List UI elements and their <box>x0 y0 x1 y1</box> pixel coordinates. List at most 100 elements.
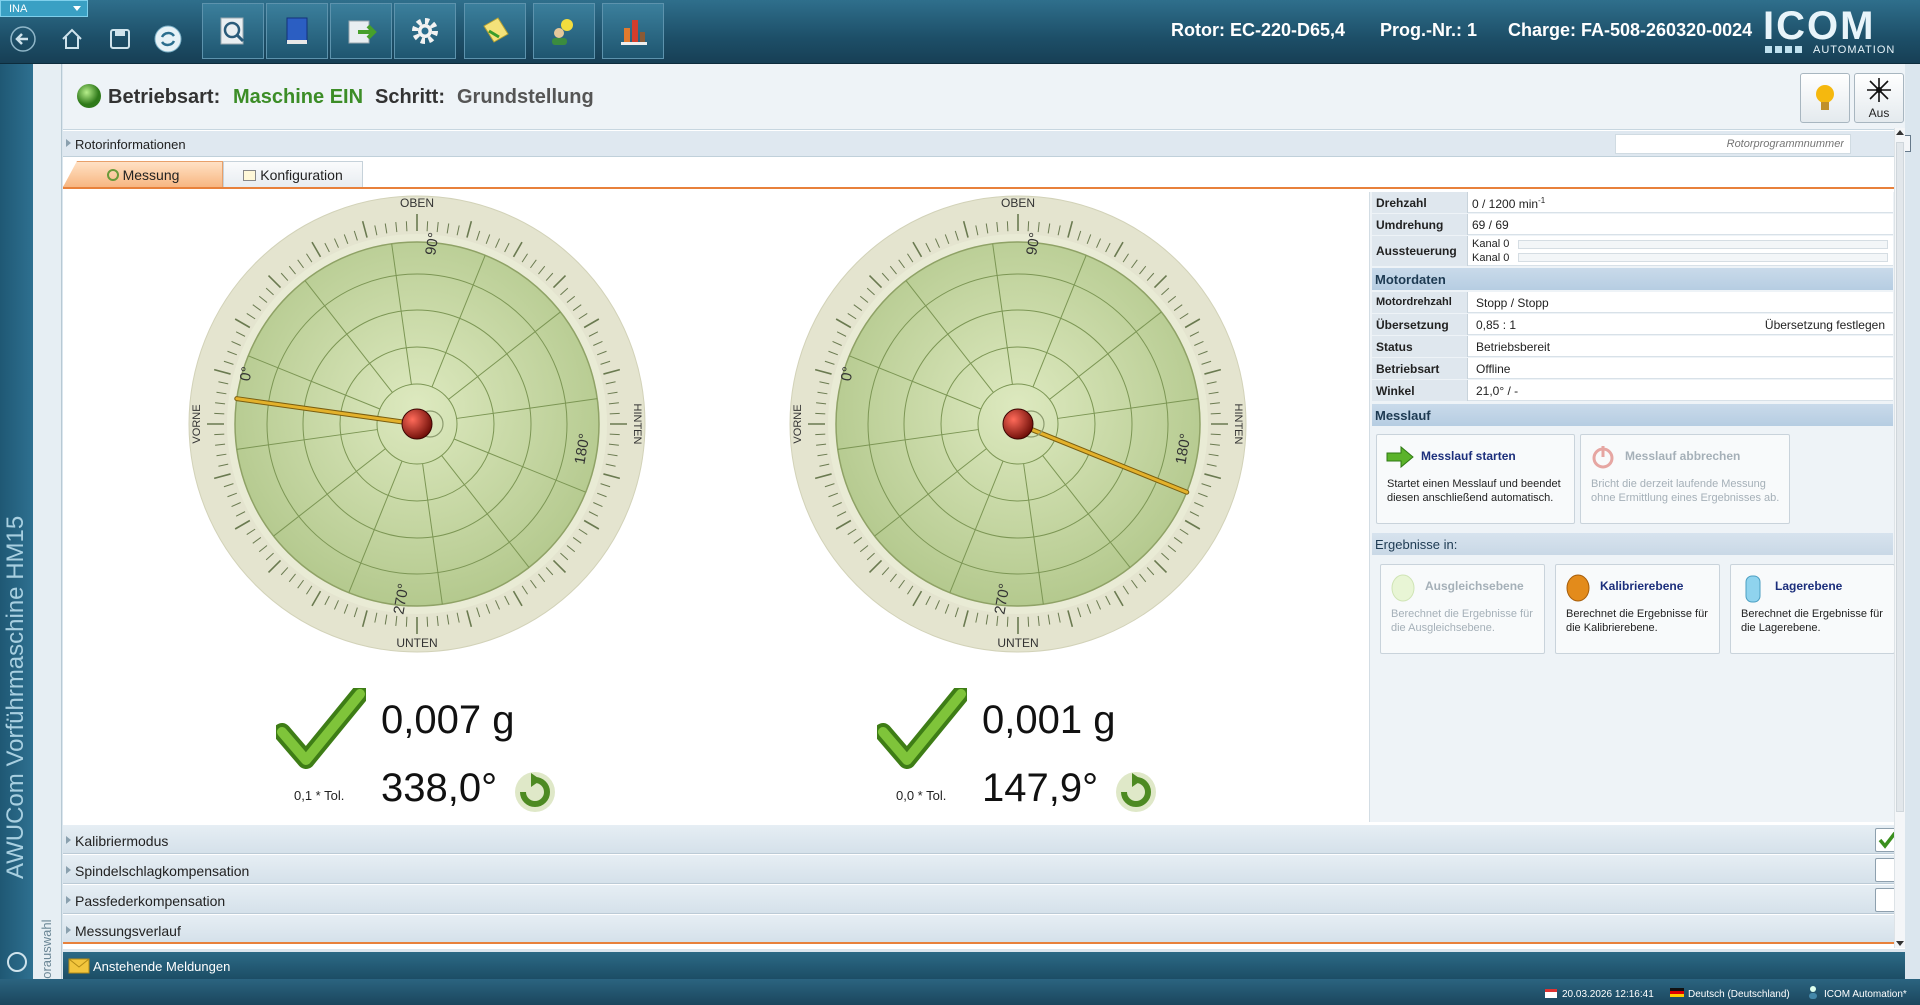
scroll-down-icon[interactable] <box>1896 941 1904 946</box>
lightbulb-icon <box>1816 85 1834 110</box>
ok-check-icon <box>276 688 366 769</box>
row-aussteuerung: Aussteuerung Kanal 0 Kanal 0 <box>1372 236 1893 266</box>
drehzahl-key: Drehzahl <box>1372 192 1468 213</box>
chart-button[interactable] <box>602 3 664 59</box>
messungsverlauf-label: Messungsverlauf <box>75 923 181 939</box>
search-doc-icon <box>220 17 245 45</box>
camera-icon[interactable] <box>7 952 27 972</box>
mode-value: Maschine EIN <box>233 86 364 108</box>
dial-tick <box>609 433 620 436</box>
book-button[interactable] <box>266 3 328 59</box>
arrow-right-icon <box>1386 445 1414 469</box>
ausgleichsebene-desc: Berechnet die Ergebnisse für die Ausglei… <box>1391 608 1533 634</box>
row-umdrehung: Umdrehung 69 / 69 <box>1372 214 1893 235</box>
expand-arrow-icon <box>66 926 71 934</box>
tab-messung[interactable]: Messung <box>63 161 223 187</box>
user-idea-button[interactable] <box>533 3 595 59</box>
vertical-scrollbar[interactable] <box>1894 128 1905 948</box>
dial-label-bottom: UNTEN <box>396 636 437 650</box>
dial-tick <box>1027 221 1030 232</box>
rotate-icon[interactable] <box>511 768 559 816</box>
accordion-kalibriermodus[interactable]: Kalibriermodus <box>63 825 1905 854</box>
home-icon <box>62 28 82 49</box>
start-measurement-card[interactable]: Messlauf starten Startet einen Messlauf … <box>1376 434 1575 524</box>
angle-value: 147,9° <box>982 766 1099 810</box>
logo-text: ICOM <box>1763 4 1876 48</box>
ok-check-icon <box>877 688 967 769</box>
rotor-info-section[interactable]: Rotorinformationen <box>63 131 1905 157</box>
left-app-strip: AWUCom Vorführmaschine HM15 <box>0 64 33 979</box>
refresh-icon <box>154 25 182 53</box>
settings-button[interactable] <box>394 3 456 59</box>
accordion-passfeder[interactable]: Passfederkompensation <box>63 885 1905 914</box>
envelope-icon <box>68 958 90 974</box>
lamp-button[interactable] <box>1800 73 1850 123</box>
kanal-1-level-bar <box>1518 240 1888 249</box>
row-status: Status Betriebsbereit <box>1372 336 1893 357</box>
rotor-program-number-input[interactable] <box>1615 134 1851 154</box>
dial-angle-0: 0° <box>237 365 256 382</box>
messages-bar[interactable]: Anstehende Meldungen <box>63 952 1905 979</box>
rotate-icon[interactable] <box>1112 768 1160 816</box>
set-ratio-link[interactable]: Übersetzung festlegen <box>1765 318 1885 332</box>
dial-label-right: HINTEN <box>1232 404 1244 445</box>
kanal-2-level-bar <box>1518 253 1888 262</box>
company: ICOM Automation* <box>1824 989 1907 1000</box>
profile-label: INA <box>9 3 28 15</box>
kalibrierebene-card[interactable]: Kalibrierebene Berechnet die Ergebnisse … <box>1555 564 1720 654</box>
dial-center-ball <box>401 408 433 440</box>
mass-value: 0,001 g <box>982 698 1116 742</box>
lagerebene-card[interactable]: Lagerebene Berechnet die Ergebnisse für … <box>1730 564 1895 654</box>
search-doc-button[interactable] <box>202 3 264 59</box>
refresh-button[interactable] <box>151 22 185 56</box>
export-button[interactable] <box>330 3 392 59</box>
icom-logo: ICOM AUTOMATION <box>1763 6 1903 56</box>
dial-center-ball <box>1002 408 1034 440</box>
scroll-thumb[interactable] <box>1896 142 1904 812</box>
save-icon <box>110 29 130 49</box>
ausgleichsebene-card[interactable]: Ausgleichsebene Berechnet die Ergebnisse… <box>1380 564 1545 654</box>
home-button[interactable] <box>55 22 89 56</box>
step-value: Grundstellung <box>457 86 594 108</box>
mass-value: 0,007 g <box>381 698 515 742</box>
laser-button[interactable]: Aus <box>1854 73 1904 123</box>
notes-button[interactable] <box>464 3 526 59</box>
dial-tick <box>426 221 429 232</box>
row-winkel: Winkel 21,0° / - <box>1372 380 1893 401</box>
kalibrierebene-title: Kalibrierebene <box>1600 579 1684 593</box>
language[interactable]: Deutsch (Deutschland) <box>1688 989 1790 1000</box>
winkel-key: Winkel <box>1372 380 1468 401</box>
dial-angle-0: 0° <box>838 365 857 382</box>
mode-label: Betriebsart: <box>108 86 221 108</box>
measure-icon <box>106 169 119 181</box>
tab-messung-label: Messung <box>122 167 180 183</box>
accordion-spindelschlag[interactable]: Spindelschlagkompensation <box>63 855 1905 884</box>
rotor-selection-panel[interactable]: Rotorauswahl <box>33 64 62 999</box>
start-measurement-desc: Startet einen Messlauf und beendet diese… <box>1387 478 1561 504</box>
accordion-messungsverlauf[interactable]: Messungsverlauf <box>63 915 1905 944</box>
balance-dial-left: OBENUNTENVORNE HINTEN90°0°180°270° <box>188 195 646 653</box>
scroll-up-icon[interactable] <box>1896 130 1904 135</box>
book-icon <box>286 17 308 44</box>
dial-tick <box>214 412 225 415</box>
status-led-icon <box>77 84 101 108</box>
abort-measurement-title: Messlauf abbrechen <box>1625 449 1741 463</box>
tab-konfiguration[interactable]: Konfiguration <box>223 161 363 187</box>
aussteuerung-key: Aussteuerung <box>1372 236 1468 266</box>
power-icon <box>1592 446 1614 469</box>
messages-label: Anstehende Meldungen <box>93 959 231 974</box>
dial-tick <box>405 221 408 232</box>
chart-icon <box>621 20 647 45</box>
messlauf-header: Messlauf <box>1372 404 1893 426</box>
kalibrierebene-desc: Berechnet die Ergebnisse für die Kalibri… <box>1566 608 1708 634</box>
kalibriermodus-label: Kalibriermodus <box>75 833 169 849</box>
expand-arrow-icon <box>66 866 71 874</box>
drehzahl-text: 0 / 1200 min <box>1472 197 1539 211</box>
results-header: Ergebnisse in: <box>1372 533 1893 555</box>
abort-measurement-card[interactable]: Messlauf abbrechen Bricht die derzeit la… <box>1580 434 1790 524</box>
uebersetzung-key: Übersetzung <box>1372 314 1468 335</box>
back-button[interactable] <box>6 22 40 56</box>
save-button[interactable] <box>103 22 137 56</box>
angle-value: 338,0° <box>381 766 498 810</box>
profile-dropdown[interactable]: INA <box>0 0 88 17</box>
